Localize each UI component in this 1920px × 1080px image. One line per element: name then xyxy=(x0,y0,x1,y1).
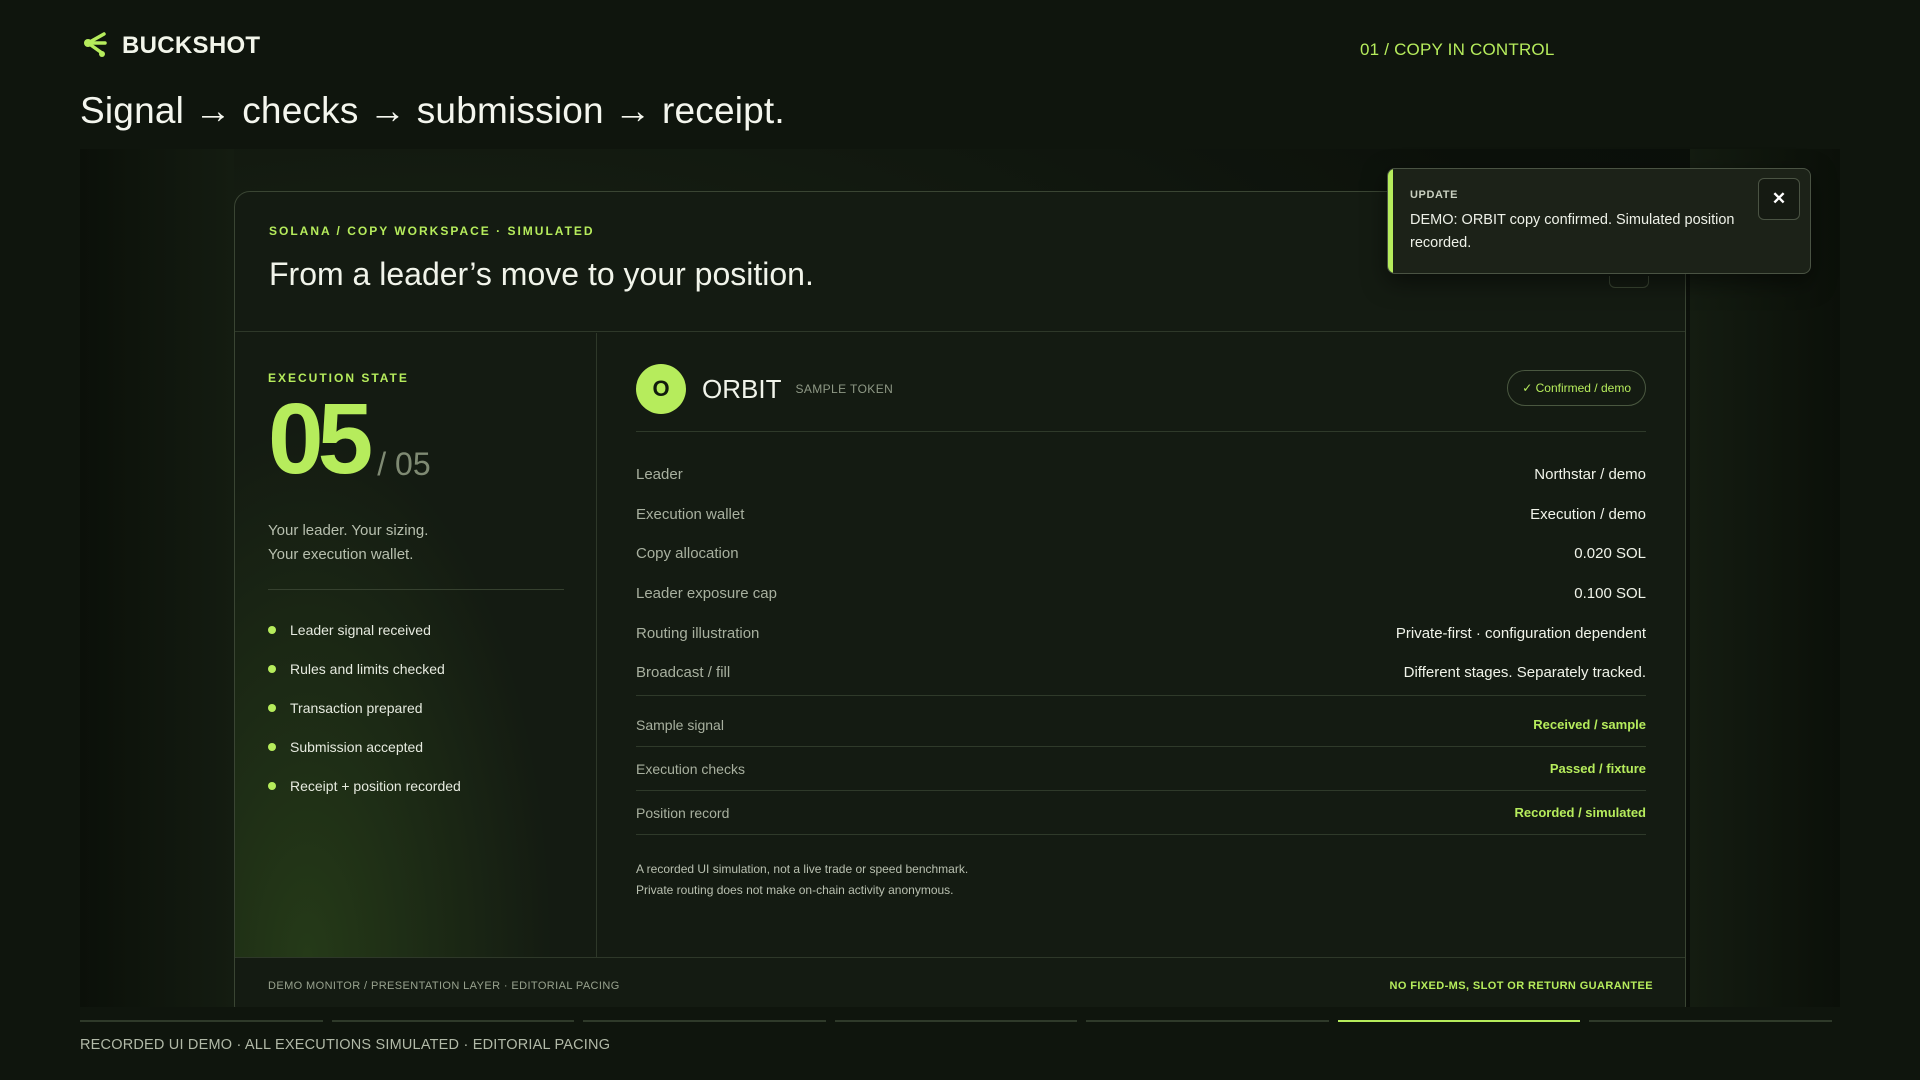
panel-footer-left: DEMO MONITOR / PRESENTATION LAYER · EDIT… xyxy=(268,980,620,992)
step-item: Receipt + position recorded xyxy=(268,766,563,805)
execution-steps: Leader signal received Rules and limits … xyxy=(268,610,563,805)
section-tag: 01 / COPY IN CONTROL xyxy=(1360,40,1555,59)
step-item: Transaction prepared xyxy=(268,688,563,727)
step-dot-icon xyxy=(268,703,276,712)
execution-desc-line: Your leader. Your sizing. xyxy=(268,522,429,539)
step-dot-icon xyxy=(268,781,276,790)
status-badge: ✓ Confirmed / demo xyxy=(1507,370,1646,406)
update-toast: UPDATE DEMO: ORBIT copy confirmed. Simul… xyxy=(1387,168,1811,274)
toast-message: DEMO: ORBIT copy confirmed. Simulated po… xyxy=(1410,212,1735,251)
check-key: Position record xyxy=(636,804,730,821)
stage-edge-right xyxy=(1690,149,1840,1007)
detail-row: Routing illustration Private-first · conf… xyxy=(636,613,1646,653)
panel-footer: DEMO MONITOR / PRESENTATION LAYER · EDIT… xyxy=(235,957,1685,1007)
divider xyxy=(636,431,1646,432)
detail-value: Execution / demo xyxy=(1530,505,1646,523)
close-button[interactable]: ✕ xyxy=(1758,178,1800,220)
step-dot-icon xyxy=(268,742,276,751)
divider xyxy=(636,695,1646,696)
step-label: Rules and limits checked xyxy=(290,660,445,677)
check-row: Sample signal Received / sample xyxy=(636,703,1646,747)
step-dot-icon xyxy=(268,625,276,634)
detail-value: Different stages. Separately tracked. xyxy=(1403,664,1646,682)
detail-value: Private-first · configuration dependent xyxy=(1395,624,1646,642)
step-item: Rules and limits checked xyxy=(268,649,563,688)
disclaimer: A recorded UI simulation, not a live tra… xyxy=(636,859,968,901)
token-subtitle: SAMPLE TOKEN xyxy=(795,382,894,396)
detail-row: Leader exposure cap 0.100 SOL xyxy=(636,574,1646,614)
token-name: ORBIT xyxy=(702,373,782,404)
check-value: Passed / fixture xyxy=(1549,761,1646,776)
detail-key: Leader exposure cap xyxy=(636,585,777,603)
detail-key: Leader xyxy=(636,466,683,484)
check-row: Position record Recorded / simulated xyxy=(636,791,1646,835)
check-row: Execution checks Passed / fixture xyxy=(636,747,1646,791)
detail-key: Execution wallet xyxy=(636,505,745,523)
detail-value: 0.020 SOL xyxy=(1574,545,1646,563)
check-value: Received / sample xyxy=(1533,717,1646,732)
toast-accent-bar xyxy=(1388,169,1393,273)
progress-segment[interactable] xyxy=(80,1020,323,1022)
detail-key: Copy allocation xyxy=(636,545,739,563)
progress-segment[interactable] xyxy=(834,1020,1078,1022)
progress-segment[interactable] xyxy=(331,1020,575,1022)
token-header: O ORBIT SAMPLE TOKEN ✓ Confirmed / demo xyxy=(636,363,1646,415)
detail-key: Routing illustration xyxy=(636,624,760,642)
spread-arrow-icon xyxy=(80,28,110,63)
execution-current: 05 xyxy=(268,383,373,495)
detail-row: Copy allocation 0.020 SOL xyxy=(636,534,1646,574)
close-icon: ✕ xyxy=(1771,189,1787,208)
check-value: Recorded / simulated xyxy=(1514,805,1646,820)
execution-description: Your leader. Your sizing. Your execution… xyxy=(268,519,563,567)
step-label: Receipt + position recorded xyxy=(290,777,461,794)
progress-segment[interactable] xyxy=(1589,1020,1833,1022)
step-label: Submission accepted xyxy=(290,738,424,755)
footer-note: RECORDED UI DEMO · ALL EXECUTIONS SIMULA… xyxy=(80,1037,611,1053)
page-title: Signal → checks → submission → receipt. xyxy=(80,90,785,131)
execution-desc-line: Your execution wallet. xyxy=(268,546,414,563)
divider xyxy=(268,589,564,590)
execution-total: / 05 xyxy=(377,446,431,482)
detail-row: Execution wallet Execution / demo xyxy=(636,495,1646,535)
detail-list: Leader Northstar / demo Execution wallet E… xyxy=(636,455,1646,693)
progress-segment[interactable] xyxy=(583,1020,826,1022)
detail-row: Broadcast / fill Different stages. Separa… xyxy=(636,653,1646,693)
check-key: Execution checks xyxy=(636,760,745,777)
execution-state-column: EXECUTION STATE 05 / 05 Your leader. You… xyxy=(235,333,597,957)
check-key: Sample signal xyxy=(636,716,724,733)
brand[interactable]: BUCKSHOT xyxy=(80,28,260,63)
progress-segment-active[interactable] xyxy=(1337,1020,1581,1022)
stage-edge-left xyxy=(80,149,234,1007)
execution-counter: 05 / 05 xyxy=(268,389,563,489)
step-item: Leader signal received xyxy=(268,610,563,649)
progress-segment[interactable] xyxy=(1086,1020,1329,1022)
check-list: Sample signal Received / sample Execution… xyxy=(636,703,1646,835)
copy-workspace-panel: SOLANA / COPY WORKSPACE · SIMULATED From… xyxy=(234,191,1686,1007)
header-chip xyxy=(1609,276,1649,288)
brand-name: BUCKSHOT xyxy=(122,31,261,59)
disclaimer-line: Private routing does not make on-chain a… xyxy=(636,883,954,897)
step-label: Leader signal received xyxy=(290,621,431,638)
panel-footer-right: NO FIXED-MS, SLOT OR RETURN GUARANTEE xyxy=(1389,980,1653,992)
toast-label: UPDATE xyxy=(1410,189,1459,201)
demo-stage: SOLANA / COPY WORKSPACE · SIMULATED From… xyxy=(80,149,1840,1007)
position-detail-column: O ORBIT SAMPLE TOKEN ✓ Confirmed / demo … xyxy=(636,333,1646,957)
step-item: Submission accepted xyxy=(268,727,563,766)
disclaimer-line: A recorded UI simulation, not a live tra… xyxy=(636,862,969,876)
detail-value: 0.100 SOL xyxy=(1574,585,1646,603)
step-label: Transaction prepared xyxy=(290,699,423,716)
detail-key: Broadcast / fill xyxy=(636,664,731,682)
detail-value: Northstar / demo xyxy=(1534,466,1646,484)
token-avatar: O xyxy=(636,364,686,414)
detail-row: Leader Northstar / demo xyxy=(636,455,1646,495)
slide-progress xyxy=(80,1020,1833,1022)
step-dot-icon xyxy=(268,664,276,673)
